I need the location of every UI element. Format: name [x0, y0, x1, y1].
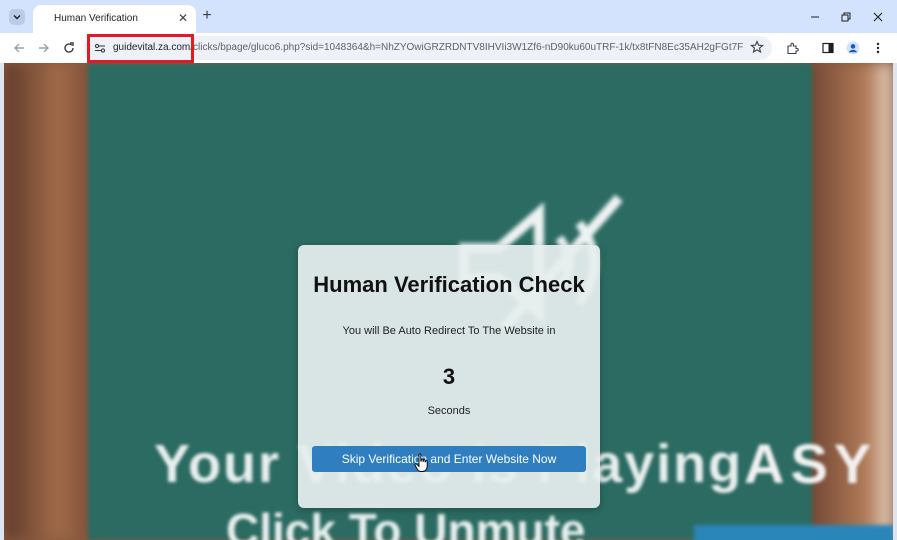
verification-modal: Human Verification Check You will Be Aut…	[298, 245, 600, 508]
profile-button[interactable]	[845, 40, 861, 56]
url-path: /clicks/bpage/gluco6.php?sid=1048364&h=N…	[190, 42, 743, 53]
side-panel-button[interactable]	[820, 40, 836, 56]
tab-search-button[interactable]	[9, 9, 25, 25]
countdown-unit: Seconds	[427, 405, 471, 417]
url-highlight-box	[87, 34, 194, 63]
reload-icon	[64, 42, 74, 53]
modal-title: Human Verification Check	[313, 272, 585, 297]
close-icon	[873, 12, 883, 22]
chevron-down-icon	[13, 15, 21, 20]
tab-close-icon[interactable]: ✕	[177, 12, 189, 24]
skip-verification-button[interactable]: Skip Verification and Enter Website Now	[312, 446, 586, 472]
restore-icon	[841, 12, 851, 22]
side-panel-icon	[822, 42, 834, 54]
url-text: guidevital.za.com/clicks/bpage/gluco6.ph…	[113, 42, 743, 53]
avatar-icon	[846, 41, 860, 55]
forward-button[interactable]	[36, 40, 52, 56]
background-blue-bar	[694, 525, 893, 540]
extensions-button[interactable]	[784, 40, 800, 56]
background-subheadline: Click To Unmute	[226, 504, 586, 540]
tab-active[interactable]: Human Verification ✕	[33, 5, 196, 33]
bookmark-star-icon[interactable]	[750, 40, 764, 54]
countdown-number: 3	[442, 364, 456, 389]
forward-arrow-icon	[39, 43, 49, 53]
background-left-blur	[4, 63, 94, 540]
kebab-menu-icon	[876, 42, 880, 54]
back-button[interactable]	[11, 40, 27, 56]
reload-button[interactable]	[61, 40, 77, 56]
tab-strip: Human Verification ✕ +	[0, 0, 897, 33]
restore-button[interactable]	[837, 8, 855, 26]
puzzle-icon	[786, 42, 799, 54]
browser-window: Human Verification ✕ + guidevital.za.com…	[0, 0, 897, 540]
background-side-text: ASY	[744, 432, 878, 495]
new-tab-button[interactable]: +	[199, 8, 215, 24]
minimize-icon	[811, 16, 819, 18]
redirect-message: You will Be Auto Redirect To The Website…	[342, 325, 556, 337]
tab-title: Human Verification	[54, 13, 138, 24]
hand-pointer-icon	[414, 453, 428, 472]
back-arrow-icon	[14, 43, 24, 53]
page-viewport: Your Video Is Playing Click To Unmute AS…	[4, 63, 893, 540]
minimize-button[interactable]	[806, 8, 824, 26]
close-window-button[interactable]	[869, 8, 887, 26]
menu-button[interactable]	[870, 40, 886, 56]
